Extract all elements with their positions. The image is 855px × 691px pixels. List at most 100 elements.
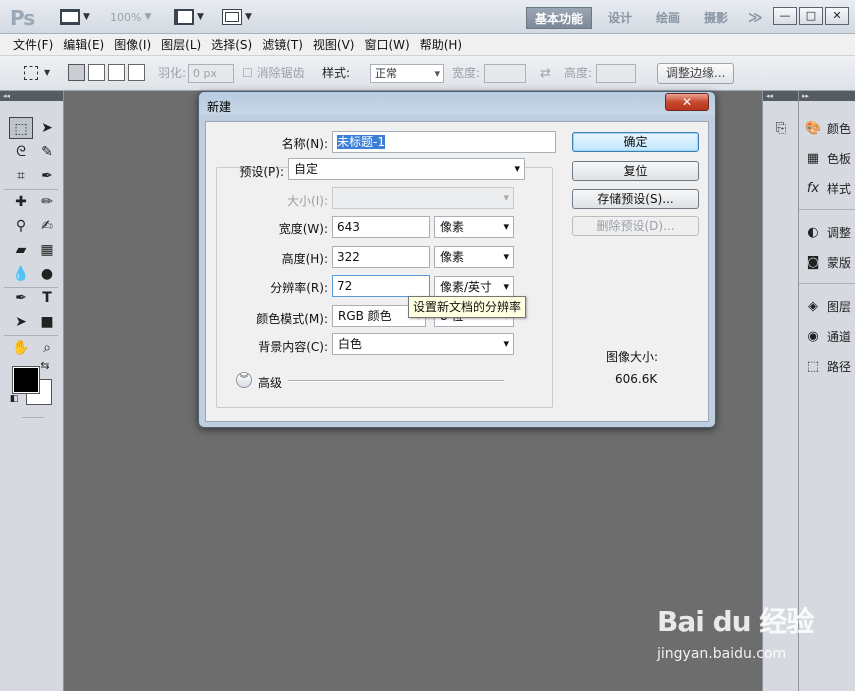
style-select[interactable]: 正常 ▾	[370, 64, 444, 83]
swatches-grid-icon: ▦	[806, 150, 820, 166]
menu-view[interactable]: 视图(V)	[308, 34, 360, 56]
dialog-close-button[interactable]: ✕	[665, 93, 709, 111]
launch-bridge-button[interactable]: ▼	[60, 7, 90, 27]
swap-colors-icon[interactable]: ⇆	[38, 359, 52, 373]
clone-stamp-tool[interactable]: ⚲	[9, 215, 33, 237]
panel-styles[interactable]: fx 样式	[805, 180, 851, 197]
dodge-tool[interactable]: ●	[35, 263, 59, 285]
subtract-selection-icon[interactable]	[108, 64, 125, 81]
menu-select[interactable]: 选择(S)	[206, 34, 257, 56]
height-unit-select[interactable]: 像素	[434, 246, 514, 268]
healing-brush-tool[interactable]: ✚	[9, 191, 33, 213]
crop-tool[interactable]: ⌗	[9, 165, 33, 187]
menu-help[interactable]: 帮助(H)	[415, 34, 467, 56]
chevron-double-down-icon[interactable]: ︾	[236, 372, 252, 388]
reset-button[interactable]: 复位	[572, 161, 699, 181]
resolution-tooltip: 设置新文档的分辨率	[408, 296, 527, 318]
feather-input[interactable]: 0 px	[188, 64, 234, 83]
panel-swatches[interactable]: ▦ 色板	[805, 150, 851, 167]
close-window-button[interactable]: ✕	[825, 7, 849, 25]
layers-icon: ◈	[808, 298, 818, 314]
channels-icon: ◉	[807, 328, 819, 344]
intersect-selection-icon[interactable]	[128, 64, 145, 81]
menu-file[interactable]: 文件(F)	[8, 34, 58, 56]
eraser-tool[interactable]: ▰	[9, 239, 33, 261]
panel-collapse-icon[interactable]: ▸▸	[799, 91, 855, 101]
brush-tool[interactable]: ✏	[35, 191, 59, 213]
lasso-tool[interactable]: ᘓ	[9, 141, 33, 163]
style-value: 正常	[375, 67, 397, 80]
menu-window[interactable]: 窗口(W)	[359, 34, 414, 56]
background-select[interactable]: 白色	[332, 333, 514, 355]
name-value: 未标题-1	[337, 135, 385, 149]
tools-divider	[4, 335, 58, 336]
chevron-down-icon: ▾	[434, 67, 440, 80]
type-tool[interactable]: T	[35, 287, 59, 309]
maximize-button[interactable]: □	[799, 7, 823, 25]
width-input[interactable]	[484, 64, 526, 83]
menu-edit[interactable]: 编辑(E)	[58, 34, 109, 56]
eyedropper-tool[interactable]: ✒	[35, 165, 59, 187]
quick-selection-tool[interactable]: ✎	[35, 141, 59, 163]
photoshop-logo: Ps	[10, 6, 35, 30]
color-palette-icon: 🎨	[805, 120, 822, 136]
add-to-selection-icon[interactable]	[88, 64, 105, 81]
arrange-documents-button[interactable]: ▼	[174, 7, 204, 27]
panel-adjustments[interactable]: ◐ 调整	[805, 224, 851, 241]
save-preset-button[interactable]: 存储预设(S)...	[572, 189, 699, 209]
antialias-checkbox[interactable]: ☐ 消除锯齿	[242, 64, 305, 83]
panel-expand-icon[interactable]: ◂◂	[763, 91, 798, 101]
foreground-color-swatch[interactable]	[12, 366, 40, 394]
history-panel-icon[interactable]: ⎘	[773, 121, 789, 137]
minimize-button[interactable]: —	[773, 7, 797, 25]
panel-collapse-icon[interactable]: ◂◂	[0, 91, 63, 101]
panel-paths[interactable]: ⬚ 路径	[805, 358, 851, 375]
menu-layer[interactable]: 图层(L)	[156, 34, 206, 56]
default-colors-icon[interactable]: ◧	[8, 393, 20, 405]
move-tool[interactable]: ➤	[35, 117, 59, 139]
height-input[interactable]	[596, 64, 636, 83]
preset-select[interactable]: 自定	[288, 158, 525, 180]
zoom-level-dropdown[interactable]: 100% ▼	[110, 7, 151, 27]
resolution-input[interactable]: 72	[332, 275, 430, 297]
rect-marquee-tool[interactable]: ⬚	[9, 117, 33, 139]
delete-preset-button[interactable]: 删除预设(D)...	[572, 216, 699, 236]
name-input[interactable]: 未标题-1	[332, 131, 556, 153]
size-select[interactable]	[332, 187, 514, 209]
workspace-photography[interactable]: 摄影	[696, 7, 736, 29]
more-workspaces-button[interactable]: ≫	[740, 7, 771, 29]
layout-grid-icon	[174, 9, 194, 25]
path-selection-tool[interactable]: ➤	[9, 311, 33, 333]
panel-channels[interactable]: ◉ 通道	[805, 328, 851, 345]
workspace-design[interactable]: 设计	[600, 7, 640, 29]
marquee-preset-icon[interactable]	[24, 66, 38, 80]
resolution-unit-select[interactable]: 像素/英寸	[434, 276, 514, 298]
gradient-tool[interactable]: ▦	[35, 239, 59, 261]
height-input[interactable]: 322	[332, 246, 430, 268]
ok-button[interactable]: 确定	[572, 132, 699, 152]
chevron-down-icon[interactable]: ▼	[44, 68, 50, 77]
dialog-title: 新建	[207, 100, 232, 114]
width-label: 宽度(W):	[278, 222, 328, 236]
rectangle-shape-tool[interactable]: ■	[35, 311, 59, 333]
height-label: 高度(H):	[281, 252, 328, 266]
workspace-essentials[interactable]: 基本功能	[526, 7, 593, 29]
swap-dimensions-icon[interactable]: ⇄	[540, 64, 551, 83]
menu-filter[interactable]: 滤镜(T)	[257, 34, 308, 56]
options-bar: ▼ 羽化: 0 px ☐ 消除锯齿 样式: 正常 ▾ 宽度: ⇄ 高度: 调整边缘…	[0, 56, 855, 91]
pen-tool[interactable]: ✒	[9, 287, 33, 309]
width-unit-select[interactable]: 像素	[434, 216, 514, 238]
hand-tool[interactable]: ✋	[9, 337, 33, 359]
panel-color[interactable]: 🎨 颜色	[805, 120, 851, 137]
zoom-tool[interactable]: ⌕	[35, 337, 59, 359]
refine-edge-button[interactable]: 调整边缘...	[657, 63, 735, 84]
workspace-painting[interactable]: 绘画	[648, 7, 688, 29]
screen-mode-button[interactable]: ▼	[222, 7, 252, 27]
panel-layers[interactable]: ◈ 图层	[805, 298, 851, 315]
new-selection-icon[interactable]	[68, 64, 85, 81]
history-brush-tool[interactable]: ✍	[35, 215, 59, 237]
blur-tool[interactable]: 💧	[9, 263, 33, 285]
width-input[interactable]: 643	[332, 216, 430, 238]
menu-image[interactable]: 图像(I)	[109, 34, 156, 56]
panel-masks[interactable]: ◙ 蒙版	[805, 254, 851, 271]
